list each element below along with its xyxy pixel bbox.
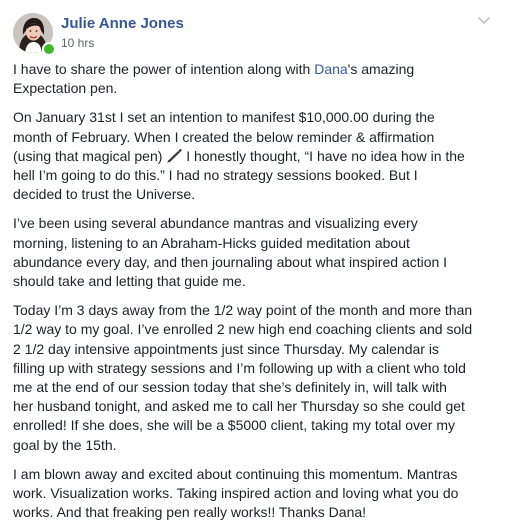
- text-segment: goal by the 15th.: [13, 436, 117, 453]
- text-segment: morning, listening to an Abraham-Hicks g…: [13, 234, 410, 251]
- post-card: Julie Anne Jones 10 hrs I have to share …: [0, 0, 505, 520]
- text-segment: her husband tonight, and asked me to cal…: [13, 398, 465, 415]
- text-segment: 2 1/2 day intensive appointments just si…: [13, 340, 439, 357]
- pen-icon: [166, 148, 182, 164]
- text-segment: Today I’m 3 days away from the 1/2 way p…: [13, 302, 473, 319]
- post-paragraph: On January 31st I set an intention to ma…: [13, 108, 495, 204]
- text-segment: On January 31st I set an intention to ma…: [13, 109, 435, 126]
- text-segment: abundance every day, and then journaling…: [13, 253, 448, 270]
- post-paragraph: I have to share the power of intention a…: [13, 60, 495, 98]
- text-segment: I honestly thought, “I have no idea how …: [182, 147, 465, 164]
- post-body: I have to share the power of intention a…: [13, 60, 495, 532]
- text-segment: month of February. When I created the be…: [13, 128, 435, 145]
- chevron-down-icon[interactable]: [475, 13, 493, 29]
- text-segment: (using that magical pen): [13, 147, 167, 164]
- text-segment: should take and letting that guide me.: [13, 273, 246, 290]
- text-segment: 1/2 way to my goal. I’ve enrolled 2 new …: [13, 321, 473, 338]
- text-segment: enrolled! If she does, she will be a $50…: [13, 417, 456, 434]
- text-segment: me at the end of our session today that …: [13, 379, 447, 396]
- text-segment: works. And that freaking pen really work…: [13, 504, 367, 521]
- text-segment: I’ve been using several abundance mantra…: [13, 215, 418, 232]
- text-segment: hell I’m going to do this.” I had no str…: [13, 167, 418, 184]
- text-segment: 's amazing: [347, 61, 415, 77]
- online-status-dot: [42, 42, 56, 56]
- post-paragraph: I’ve been using several abundance mantra…: [13, 214, 495, 291]
- text-segment: I am blown away and excited about contin…: [13, 465, 458, 482]
- text-segment: decided to trust the Universe.: [13, 186, 196, 203]
- post-paragraph: I am blown away and excited about contin…: [13, 465, 495, 523]
- text-segment: I have to share the power of intention a…: [13, 61, 315, 77]
- post-header: Julie Anne Jones 10 hrs: [13, 13, 493, 56]
- post-timestamp[interactable]: 10 hrs: [61, 36, 94, 50]
- mention-link[interactable]: Dana: [314, 61, 347, 77]
- text-segment: filling up with strategy sessions and I’…: [13, 359, 466, 376]
- author-name-link[interactable]: Julie Anne Jones: [61, 15, 184, 32]
- post-paragraph: Today I’m 3 days away from the 1/2 way p…: [13, 301, 495, 455]
- text-segment: work. Visualization works. Taking inspir…: [13, 485, 459, 502]
- text-segment: Expectation pen.: [13, 80, 118, 97]
